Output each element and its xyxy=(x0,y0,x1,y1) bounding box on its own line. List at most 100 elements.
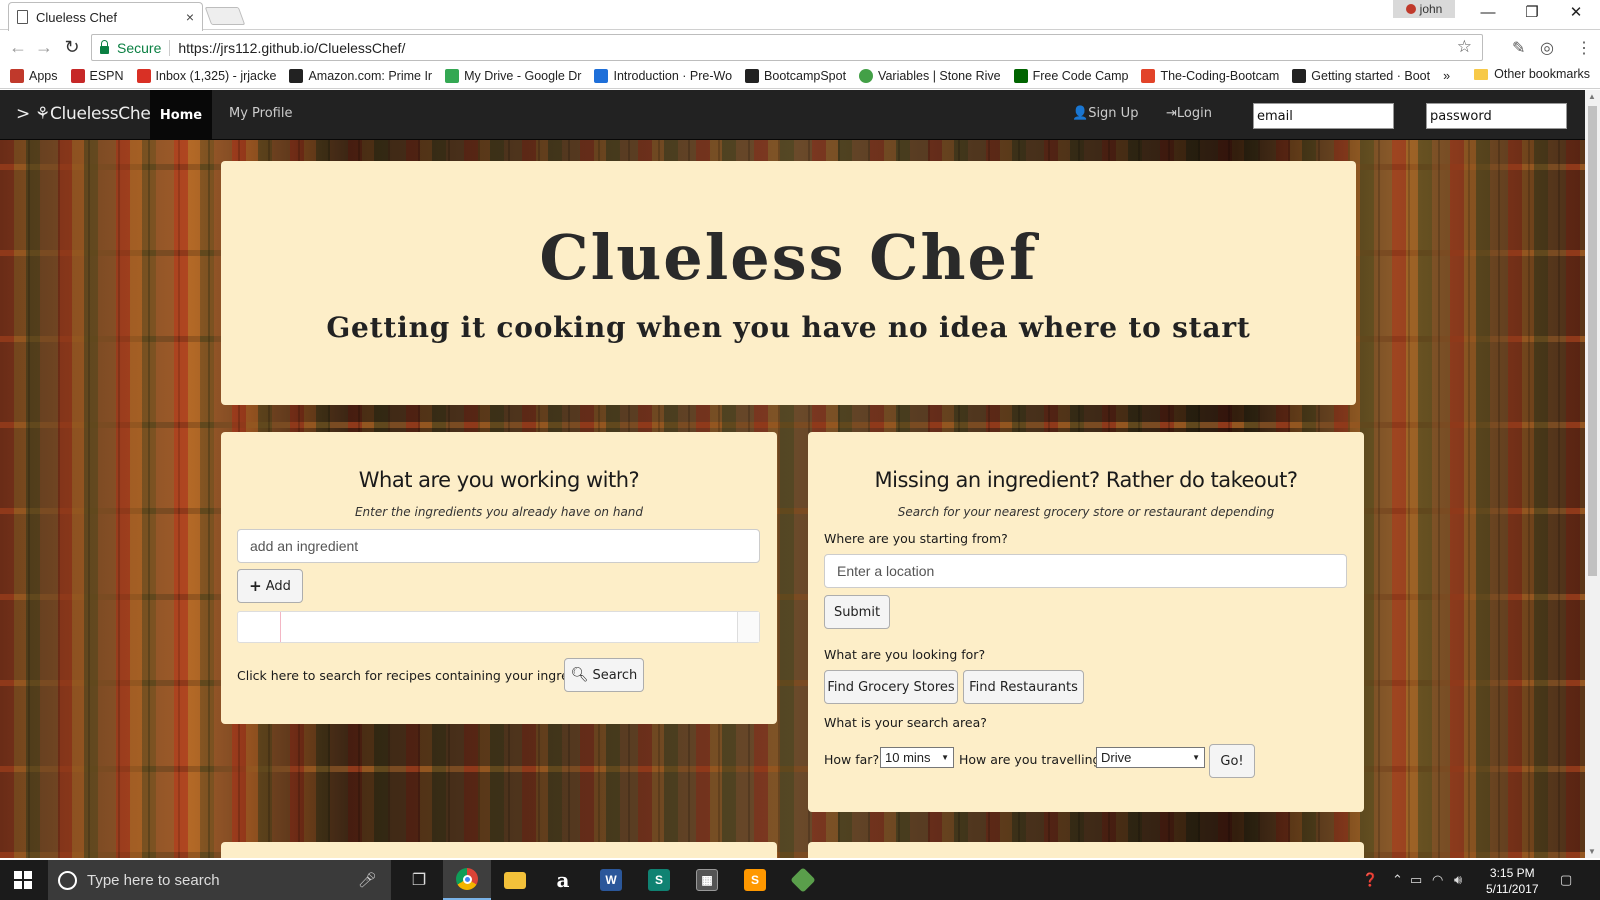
bookmark-label: Variables | Stone Rive xyxy=(878,68,1001,83)
word-icon[interactable]: W xyxy=(587,860,635,900)
task-view-icon[interactable]: ❐ xyxy=(395,860,443,900)
hero-title: Clueless Chef xyxy=(539,221,1038,294)
ingredient-list-end xyxy=(737,612,759,642)
ingredients-panel: What are you working with? Enter the ing… xyxy=(221,432,777,724)
bookmark-label: Free Code Camp xyxy=(1032,68,1129,83)
other-bookmarks-label: Other bookmarks xyxy=(1494,67,1590,81)
file-explorer-icon[interactable] xyxy=(491,860,539,900)
browser-tab[interactable]: Clueless Chef × xyxy=(8,2,203,31)
login-icon: ⇥ xyxy=(1166,106,1177,121)
forward-arrow-icon[interactable]: → xyxy=(34,37,54,58)
windows-start-icon[interactable] xyxy=(14,871,32,889)
back-arrow-icon[interactable]: ← xyxy=(8,37,28,58)
address-bar[interactable]: Secure https://jrs112.github.io/Clueless… xyxy=(91,34,1483,61)
add-ingredient-button[interactable]: + Add xyxy=(237,569,303,603)
hero-jumbotron: Clueless Chef Getting it cooking when yo… xyxy=(221,161,1356,405)
takeout-panel: Missing an ingredient? Rather do takeout… xyxy=(808,432,1364,812)
minimize-button[interactable]: — xyxy=(1468,2,1508,24)
volume-icon[interactable]: 🔊︎ xyxy=(1454,872,1462,888)
bookmark-apps[interactable]: Apps xyxy=(10,68,58,83)
bookmark-stone-river[interactable]: Variables | Stone Rive xyxy=(859,68,1001,83)
password-field[interactable] xyxy=(1426,103,1567,129)
reload-icon[interactable]: ↻ xyxy=(62,37,82,58)
sign-up-label: Sign Up xyxy=(1088,106,1139,121)
bookmark-bootcampspot[interactable]: BootcampSpot xyxy=(745,68,846,83)
travel-mode-select[interactable]: Drive ▼ xyxy=(1096,747,1205,768)
email-field[interactable] xyxy=(1253,103,1394,129)
nav-login-link[interactable]: ⇥Login xyxy=(1166,106,1212,121)
bookmark-espn[interactable]: ESPN xyxy=(70,68,124,83)
find-restaurants-button[interactable]: Find Restaurants xyxy=(963,670,1084,704)
ingredient-list xyxy=(237,611,760,643)
find-grocery-stores-button[interactable]: Find Grocery Stores xyxy=(824,670,958,704)
sway-icon[interactable]: S xyxy=(635,860,683,900)
scrollbar-thumb[interactable] xyxy=(1588,106,1597,576)
system-clock[interactable]: 3:15 PM 5/11/2017 xyxy=(1486,865,1539,897)
profile-button[interactable]: john xyxy=(1393,0,1455,18)
taskbar-search-placeholder: Type here to search xyxy=(87,871,220,889)
restore-button[interactable]: ❐ xyxy=(1512,2,1552,24)
bookmark-star-icon[interactable]: ☆ xyxy=(1457,37,1472,57)
tab-close-icon[interactable]: × xyxy=(186,9,194,25)
address-toolbar: ← → ↻ Secure https://jrs112.github.io/Cl… xyxy=(0,31,1600,63)
location-input[interactable] xyxy=(824,554,1347,588)
bookmark-prework[interactable]: Introduction · Pre-Wo xyxy=(594,68,732,83)
bootcampspot-icon xyxy=(745,68,760,83)
looking-for-label: What are you looking for? xyxy=(824,647,986,662)
espn-icon xyxy=(70,68,85,83)
scroll-down-icon[interactable]: ▼ xyxy=(1588,847,1596,856)
calculator-icon[interactable]: ▦ xyxy=(683,860,731,900)
nav-my-profile-link[interactable]: My Profile xyxy=(229,106,292,121)
extension-icon[interactable]: ✎ xyxy=(1512,38,1525,58)
nav-home-link[interactable]: Home xyxy=(150,90,212,140)
scroll-up-icon[interactable]: ▲ xyxy=(1588,92,1596,101)
brand-logo[interactable]: > ⚘CluelessChef xyxy=(16,104,157,124)
ingredient-input[interactable] xyxy=(237,529,760,563)
close-window-button[interactable]: ✕ xyxy=(1556,2,1596,24)
secure-label: Secure xyxy=(117,39,171,56)
cortana-icon xyxy=(58,870,77,890)
submit-location-button[interactable]: Submit xyxy=(824,595,890,629)
lock-icon xyxy=(100,39,109,54)
taskbar-search-box[interactable]: Type here to search 🎤︎ xyxy=(48,860,391,900)
bookmark-freecodecamp[interactable]: Free Code Camp xyxy=(1013,68,1129,83)
nav-sign-up-link[interactable]: 👤Sign Up xyxy=(1072,106,1138,121)
battery-icon[interactable]: ▭ xyxy=(1410,872,1422,888)
help-icon[interactable]: ❓ xyxy=(1362,872,1378,888)
url-text[interactable]: https://jrs112.github.io/CluelessChef/ xyxy=(178,40,405,56)
bookmark-bootstrap[interactable]: Getting started · Boot xyxy=(1292,68,1430,83)
action-center-icon[interactable]: ▢ xyxy=(1560,872,1572,888)
plus-icon: + xyxy=(249,577,262,595)
new-tab-button[interactable] xyxy=(204,7,246,25)
distance-value: 10 mins xyxy=(885,750,931,765)
hero-subtitle: Getting it cooking when you have no idea… xyxy=(326,311,1251,344)
ingredients-heading: What are you working with? xyxy=(358,468,640,492)
bookmarks-overflow-button[interactable]: » xyxy=(1443,69,1450,83)
bookmark-gmail[interactable]: Inbox (1,325) - jrjacke xyxy=(136,68,277,83)
folder-icon xyxy=(1474,68,1489,80)
site-navbar: > ⚘CluelessChef Home My Profile 👤Sign Up… xyxy=(0,90,1585,140)
takeout-heading: Missing an ingredient? Rather do takeout… xyxy=(874,468,1298,492)
bookmark-amazon[interactable]: Amazon.com: Prime Ir xyxy=(289,68,432,83)
distance-select[interactable]: 10 mins ▼ xyxy=(880,747,954,768)
page-scrollbar[interactable]: ▲ ▼ xyxy=(1585,90,1600,858)
extension-globe-icon[interactable]: ◎ xyxy=(1540,38,1554,58)
wifi-icon[interactable]: ◠ xyxy=(1432,872,1443,888)
search-recipes-button[interactable]: 🔍︎ Search xyxy=(564,658,644,692)
bookmark-label: Inbox (1,325) - jrjacke xyxy=(155,68,277,83)
go-button[interactable]: Go! xyxy=(1209,744,1255,778)
browser-tabstrip: Clueless Chef × john — ❐ ✕ xyxy=(0,0,1600,31)
tray-expand-icon[interactable]: ⌃ xyxy=(1392,872,1403,888)
login-label: Login xyxy=(1176,106,1212,121)
bookmark-label: Apps xyxy=(29,68,58,83)
sublime-text-icon[interactable]: S xyxy=(731,860,779,900)
bookmark-gitlab[interactable]: The-Coding-Bootcam xyxy=(1141,68,1279,83)
ingredients-subtitle: Enter the ingredients you already have o… xyxy=(354,505,644,519)
other-bookmarks[interactable]: Other bookmarks xyxy=(1474,67,1590,81)
chrome-icon[interactable] xyxy=(443,860,491,900)
menu-kebab-icon[interactable]: ⋮ xyxy=(1576,38,1592,58)
git-icon[interactable] xyxy=(779,860,827,900)
bookmark-drive[interactable]: My Drive - Google Dr xyxy=(445,68,581,83)
amazon-icon[interactable]: a xyxy=(539,860,587,900)
microphone-icon[interactable]: 🎤︎ xyxy=(358,871,377,889)
